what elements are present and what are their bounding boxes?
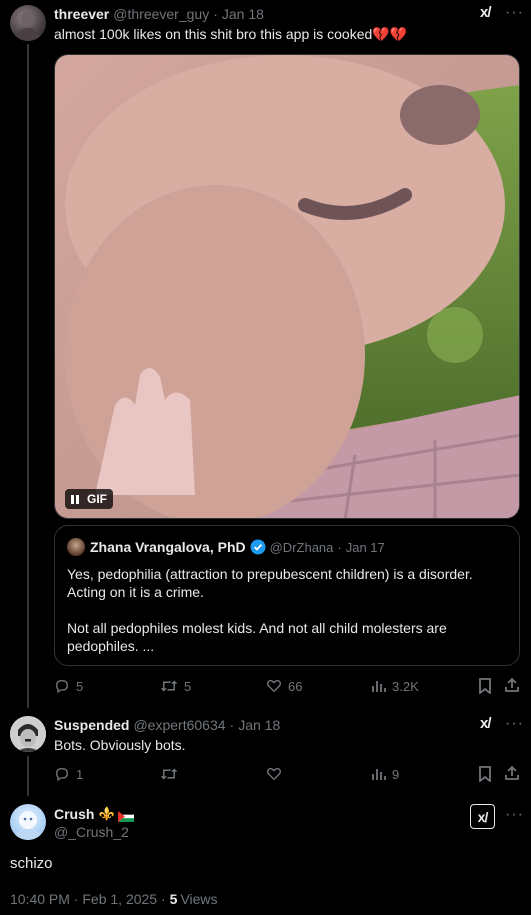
- display-name[interactable]: threever: [54, 6, 109, 22]
- quote-text-line1: Yes, pedophilia (attraction to prepubesc…: [67, 566, 473, 582]
- quote-header: Zhana Vrangalova, PhD @DrZhana · Jan 17: [67, 538, 385, 556]
- more-icon[interactable]: ···: [505, 4, 524, 22]
- gif-media[interactable]: GIF: [54, 54, 520, 519]
- reply-count: 5: [76, 678, 84, 694]
- repost-icon: [160, 680, 178, 692]
- views-count: 5: [169, 891, 178, 907]
- post-text: almost 100k likes on this shit bro this …: [54, 26, 408, 42]
- quote-text-line2: Acting on it is a crime.: [67, 584, 204, 600]
- quote-date: Jan 17: [345, 539, 385, 555]
- post-header: Suspended @expert60634 · Jan 18: [54, 717, 280, 733]
- quote-text-line3: Not all pedophiles molest kids. And not …: [67, 620, 447, 636]
- grok-icon[interactable]: x/: [470, 804, 495, 829]
- views-count: 3.2K: [392, 678, 419, 694]
- post-metadata: 10:40 PM · Feb 1, 2025 · 5 Views: [10, 891, 218, 907]
- handle[interactable]: @threever_guy: [113, 6, 209, 22]
- more-icon[interactable]: ···: [505, 806, 524, 824]
- avatar[interactable]: [10, 804, 46, 840]
- views-label: Views: [180, 891, 218, 907]
- flag-icon: [117, 809, 134, 822]
- thread-line-2: [27, 756, 29, 796]
- quote-avatar: [67, 538, 85, 556]
- main-post-header: Crush ⚜️: [54, 806, 134, 822]
- separator-dot: ·: [229, 717, 235, 733]
- reply-icon: [55, 767, 69, 782]
- like-button[interactable]: [266, 766, 288, 782]
- avatar[interactable]: [10, 5, 46, 41]
- separator-dot: ·: [337, 539, 342, 555]
- repost-button[interactable]: 5: [160, 678, 191, 694]
- reply-button[interactable]: 1: [54, 766, 83, 782]
- display-name[interactable]: Crush: [54, 806, 94, 822]
- gif-image: [55, 55, 519, 518]
- post-header: threever @threever_guy · Jan 18: [54, 6, 264, 22]
- quote-handle: @DrZhana: [269, 539, 334, 555]
- like-count: 66: [288, 678, 303, 694]
- bookmark-icon[interactable]: [478, 678, 492, 697]
- gif-label: GIF: [87, 492, 107, 506]
- avatar[interactable]: [10, 716, 46, 752]
- handle[interactable]: @_Crush_2: [54, 824, 129, 840]
- display-name[interactable]: Suspended: [54, 717, 129, 733]
- quoted-post[interactable]: Zhana Vrangalova, PhD @DrZhana · Jan 17 …: [54, 525, 520, 666]
- like-button[interactable]: 66: [266, 678, 302, 694]
- main-post-text: schizo: [10, 855, 53, 872]
- handle[interactable]: @expert60634: [133, 717, 225, 733]
- quote-text-line4: pedophiles. ...: [67, 638, 155, 654]
- grok-icon[interactable]: x/: [480, 4, 491, 21]
- reply-count: 1: [76, 766, 84, 782]
- reply-button[interactable]: 5: [54, 678, 83, 694]
- views-button[interactable]: 9: [372, 767, 399, 782]
- reply-icon: [55, 679, 69, 694]
- separator-dot: ·: [213, 6, 218, 22]
- pause-icon[interactable]: [71, 494, 79, 504]
- share-icon[interactable]: [504, 677, 520, 696]
- grok-icon[interactable]: x/: [480, 715, 491, 732]
- thread-line-1: [27, 44, 29, 708]
- post-actions: 1 9: [54, 765, 520, 783]
- heart-icon: [267, 767, 281, 781]
- views-button[interactable]: 3.2K: [372, 679, 419, 694]
- views-icon: [372, 769, 386, 780]
- more-icon[interactable]: ···: [505, 715, 524, 733]
- post-date[interactable]: Jan 18: [238, 717, 280, 733]
- quote-display-name: Zhana Vrangalova, PhD: [90, 539, 246, 555]
- repost-icon: [160, 768, 178, 780]
- heart-icon: [267, 679, 281, 693]
- post-actions: 5 5 66 3.2K: [54, 677, 520, 695]
- post-timestamp[interactable]: 10:40 PM · Feb 1, 2025 ·: [10, 891, 166, 907]
- repost-count: 5: [184, 678, 192, 694]
- views-icon: [372, 681, 386, 692]
- post-date[interactable]: Jan 18: [222, 6, 264, 22]
- repost-button[interactable]: [160, 766, 184, 782]
- fleur-de-lis-emoji: ⚜️: [98, 806, 115, 821]
- gif-badge[interactable]: GIF: [65, 489, 113, 509]
- views-count: 9: [392, 766, 400, 782]
- share-icon[interactable]: [504, 765, 520, 784]
- post-text: Bots. Obviously bots.: [54, 737, 186, 753]
- bookmark-icon[interactable]: [478, 766, 492, 785]
- verified-badge-icon: [250, 539, 266, 555]
